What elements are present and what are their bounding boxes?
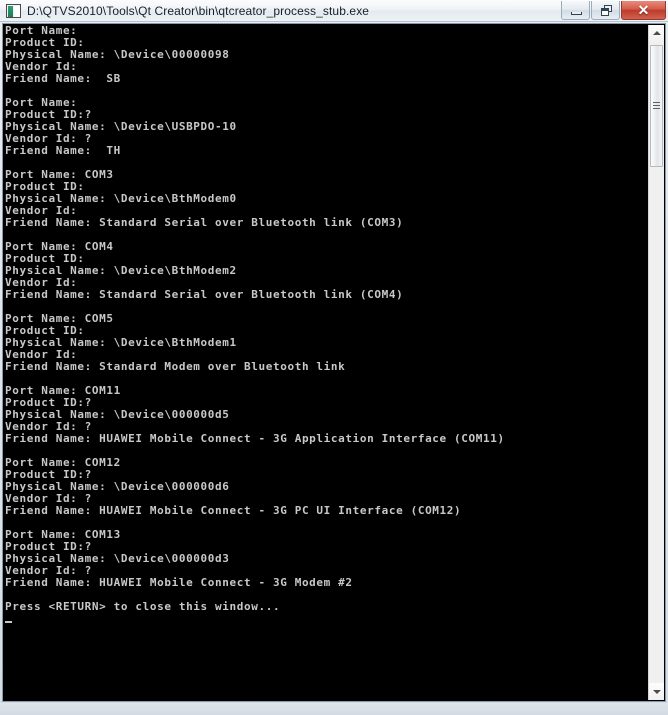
chevron-up-icon	[653, 31, 661, 35]
window-title: D:\QTVS2010\Tools\Qt Creator\bin\qtcreat…	[27, 4, 370, 18]
console-line: Friend Name: TH	[5, 144, 121, 157]
console-output-area[interactable]: Port Name: Product ID: Physical Name: \Dev…	[2, 23, 666, 702]
console-window-icon	[6, 4, 21, 18]
console-line: Physical Name: \Device\000000d3	[5, 552, 230, 565]
console-line: Physical Name: \Device\BthModem2	[5, 264, 237, 277]
console-line: Friend Name: HUAWEI Mobile Connect - 3G …	[5, 576, 353, 589]
console-line: Port Name:	[5, 24, 78, 37]
console-line: Port Name: COM3	[5, 168, 114, 181]
vertical-scrollbar[interactable]	[648, 25, 664, 700]
minimize-button[interactable]	[561, 1, 590, 20]
close-button[interactable]: ✕	[621, 1, 666, 20]
icon-right-panel	[14, 6, 20, 17]
minimize-icon	[571, 12, 582, 15]
console-line: Physical Name: \Device\00000098	[5, 48, 230, 61]
scroll-up-button[interactable]	[649, 25, 664, 42]
console-line: Friend Name: HUAWEI Mobile Connect - 3G …	[5, 504, 462, 517]
console-line: Physical Name: \Device\000000d5	[5, 408, 230, 421]
console-line: Friend Name: SB	[5, 72, 121, 85]
scroll-down-button[interactable]	[649, 683, 664, 700]
restore-button[interactable]	[591, 1, 620, 20]
console-line: Press <RETURN> to close this window...	[5, 600, 281, 613]
close-icon: ✕	[637, 2, 650, 18]
console-line: Port Name: COM12	[5, 456, 121, 469]
console-line: Port Name:	[5, 96, 78, 109]
console-line: Port Name: COM4	[5, 240, 114, 253]
console-cursor-line	[5, 613, 635, 625]
title-bar[interactable]: D:\QTVS2010\Tools\Qt Creator\bin\qtcreat…	[0, 0, 668, 22]
console-text-buffer: Port Name: Product ID: Physical Name: \Dev…	[5, 25, 635, 625]
grip-icon	[653, 102, 660, 110]
restore-icon	[601, 5, 612, 16]
console-line: Physical Name: \Device\BthModem1	[5, 336, 237, 349]
console-line: Port Name: COM5	[5, 312, 114, 325]
console-line: Port Name: COM11	[5, 384, 121, 397]
chevron-down-icon	[653, 690, 661, 694]
console-line: Friend Name: HUAWEI Mobile Connect - 3G …	[5, 432, 505, 445]
console-window: D:\QTVS2010\Tools\Qt Creator\bin\qtcreat…	[0, 0, 668, 715]
icon-left-panel	[8, 6, 13, 17]
console-line: Physical Name: \Device\000000d6	[5, 480, 230, 493]
caption-button-group: ✕	[560, 1, 666, 21]
console-line: Friend Name: Standard Serial over Blueto…	[5, 288, 404, 301]
text-cursor	[5, 621, 12, 623]
scrollbar-thumb[interactable]	[650, 45, 663, 167]
console-line: Physical Name: \Device\BthModem0	[5, 192, 237, 205]
console-line: Port Name: COM13	[5, 528, 121, 541]
console-line: Physical Name: \Device\USBPDO-10	[5, 120, 237, 133]
console-line: Friend Name: Standard Modem over Bluetoo…	[5, 360, 346, 373]
console-line: Friend Name: Standard Serial over Blueto…	[5, 216, 404, 229]
window-bottom-frame	[0, 703, 668, 715]
